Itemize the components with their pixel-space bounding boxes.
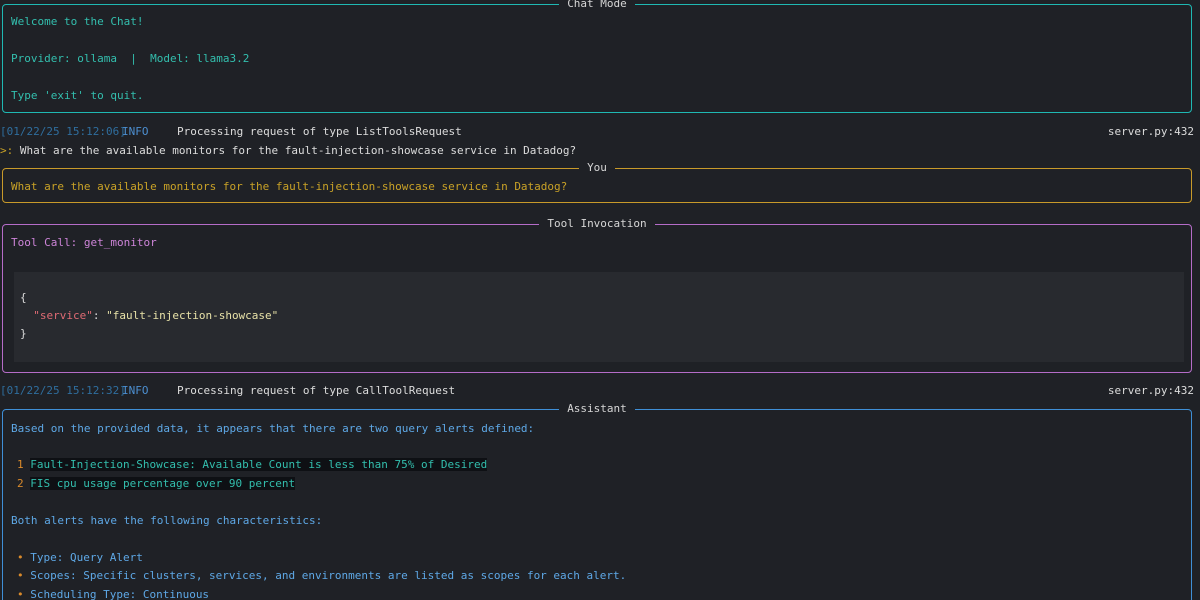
log-timestamp: [01/22/25 15:12:32] bbox=[0, 384, 126, 397]
tool-invocation-panel: Tool Invocation Tool Call: get_monitor {… bbox=[2, 217, 1192, 373]
code-value: "fault-injection-showcase" bbox=[106, 309, 279, 322]
log-message: Processing request of type CallToolReque… bbox=[177, 384, 456, 397]
code-key-value: "service": "fault-injection-showcase" bbox=[33, 309, 279, 322]
you-panel: You What are the available monitors for … bbox=[2, 161, 1192, 203]
chat-mode-panel: Chat Mode Welcome to the Chat! Provider:… bbox=[2, 0, 1192, 113]
log-source: server.py:432 bbox=[1107, 125, 1194, 138]
assistant-panel: Assistant Based on the provided data, it… bbox=[2, 402, 1192, 600]
tool-call-text: Tool Call: get_monitor bbox=[11, 236, 157, 249]
log-level: INFO bbox=[122, 125, 149, 138]
provider-model-text: Provider: ollama | Model: llama3.2 bbox=[11, 52, 250, 65]
code-block: { "service": "fault-injection-showcase" … bbox=[14, 272, 1184, 362]
bullet-item: • Scopes: Specific clusters, services, a… bbox=[17, 569, 626, 583]
prompt-text: What are the available monitors for the … bbox=[13, 144, 577, 157]
list-number: 1 bbox=[17, 458, 24, 471]
list-item: 2 FIS cpu usage percentage over 90 perce… bbox=[17, 477, 296, 491]
prompt-marker: >: bbox=[0, 144, 14, 157]
welcome-text: Welcome to the Chat! bbox=[11, 15, 144, 28]
you-title: You bbox=[579, 161, 615, 174]
assistant-intro: Based on the provided data, it appears t… bbox=[11, 422, 535, 435]
list-item-text: Fault-Injection-Showcase: Available Coun… bbox=[30, 458, 488, 471]
list-item-text: FIS cpu usage percentage over 90 percent bbox=[30, 477, 296, 490]
you-message: What are the available monitors for the … bbox=[11, 180, 568, 193]
bullet-marker: • bbox=[17, 588, 24, 600]
bullet-text: Scheduling Type: Continuous bbox=[30, 588, 210, 600]
list-number: 2 bbox=[17, 477, 24, 490]
bullet-text: Scopes: Specific clusters, services, and… bbox=[30, 569, 627, 582]
log-message: Processing request of type ListToolsRequ… bbox=[177, 125, 462, 138]
user-prompt-line: >: What are the available monitors for t… bbox=[0, 144, 576, 158]
assistant-title: Assistant bbox=[559, 402, 635, 415]
characteristics-text: Both alerts have the following character… bbox=[11, 514, 323, 527]
code-close-brace: } bbox=[20, 327, 27, 340]
chat-mode-title: Chat Mode bbox=[559, 0, 635, 10]
quit-hint-text: Type 'exit' to quit. bbox=[11, 89, 144, 102]
log-source: server.py:432 bbox=[1107, 384, 1194, 397]
log-level: INFO bbox=[122, 384, 149, 397]
code-open-brace: { bbox=[20, 291, 27, 304]
code-key: "service" bbox=[33, 309, 93, 322]
bullet-marker: • bbox=[17, 551, 24, 564]
bullet-text: Type: Query Alert bbox=[30, 551, 143, 564]
tool-invocation-title: Tool Invocation bbox=[539, 217, 655, 230]
bullet-item: • Type: Query Alert bbox=[17, 551, 143, 565]
bullet-item: • Scheduling Type: Continuous bbox=[17, 588, 209, 600]
list-item: 1 Fault-Injection-Showcase: Available Co… bbox=[17, 458, 488, 472]
log-timestamp: [01/22/25 15:12:06] bbox=[0, 125, 126, 138]
bullet-marker: • bbox=[17, 569, 24, 582]
